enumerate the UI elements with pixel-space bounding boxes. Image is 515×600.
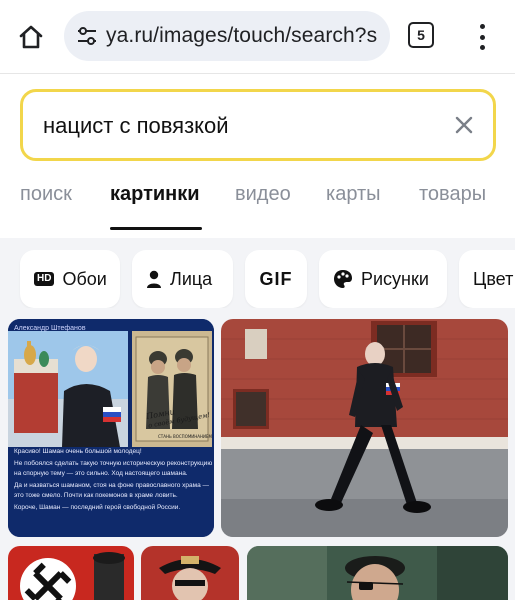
hd-badge: HD [34,272,55,286]
post-author: Александр Штефанов [14,325,86,332]
filter-drawings[interactable]: Рисунки [319,250,447,308]
post-line: Не побоялся сделать такую точную историч… [14,460,213,477]
post-text: Красиво! Шаман очень большой молодец! Не… [14,447,214,516]
site-settings-icon[interactable] [76,26,98,46]
tabs-icon[interactable]: 5 [408,22,434,48]
clear-icon[interactable] [451,112,477,138]
browser-toolbar: ya.ru/images/touch/search?s 5 [0,0,515,74]
post-line: Красиво! Шаман очень большой молодец! [14,448,142,455]
active-tab-indicator [110,227,202,230]
more-vert-icon[interactable] [470,22,494,52]
filter-label: GIF [259,268,293,289]
result-image-2[interactable] [221,319,508,537]
filter-faces[interactable]: Лица [132,250,233,308]
result-image-3[interactable] [8,546,134,600]
tab-search[interactable]: поиск [20,183,72,206]
filter-label: Цвет [473,268,514,289]
image-thumbnail [141,546,239,600]
filter-label: Лица [170,268,213,289]
filter-gif[interactable]: GIF [245,250,307,308]
post-line: Да и назваться шаманом, стоя на фоне пра… [14,482,210,499]
filter-label: Рисунки [361,268,429,289]
person-icon [146,270,162,288]
filter-wallpapers[interactable]: HD Обои [20,250,120,308]
address-bar[interactable]: ya.ru/images/touch/search?s [64,11,390,61]
post-line: Короче, Шаман — последний герой свободно… [14,504,181,512]
image-thumbnail [247,546,508,600]
tab-maps[interactable]: карты [326,183,381,206]
result-image-5[interactable] [247,546,508,600]
service-tabs: поиск картинки видео карты товары [0,178,515,234]
filter-label: Обои [62,268,107,289]
image-thumbnail [221,319,508,537]
svg-text:СТАНЬ ВОСПОМИНАНИЕМ: СТАНЬ ВОСПОМИНАНИЕМ [158,434,213,439]
tab-products[interactable]: товары [419,183,486,206]
search-query[interactable]: нацист с повязкой [43,113,229,139]
tab-images[interactable]: картинки [110,183,200,206]
result-image-1[interactable]: Помни о своём будущем! СТАНЬ ВОСПОМИНАНИ… [8,319,214,537]
results-area: HD Обои Лица GIF Рисунки Цвет Помни о св… [0,238,515,600]
filter-color[interactable]: Цвет [459,250,515,308]
tab-video[interactable]: видео [235,183,291,206]
filter-chips: HD Обои Лица GIF Рисунки Цвет [0,250,515,308]
palette-icon [333,269,353,289]
home-icon [19,25,43,49]
tab-count: 5 [417,27,425,43]
image-thumbnail [8,546,134,600]
home-button[interactable] [14,20,48,54]
hd-icon: HD [34,272,55,286]
url-text[interactable]: ya.ru/images/touch/search?s [106,24,377,48]
result-image-4[interactable] [141,546,239,600]
search-input[interactable]: нацист с повязкой [20,89,496,161]
